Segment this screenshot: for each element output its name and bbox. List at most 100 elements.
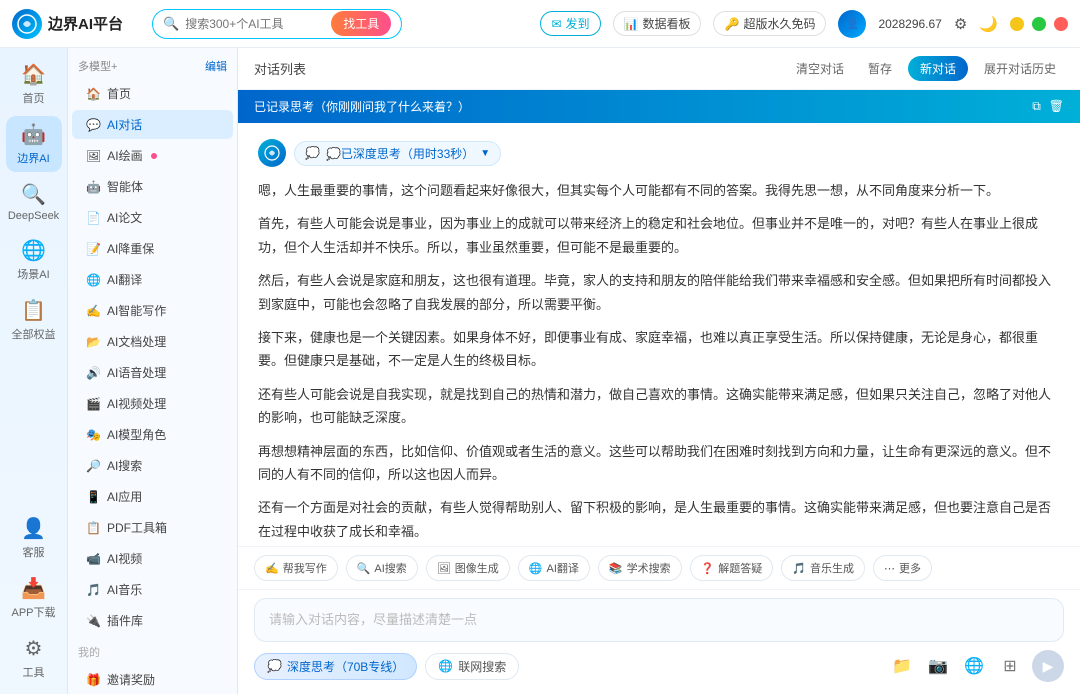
nav-item-service[interactable]: 👤 客服 bbox=[6, 510, 62, 566]
grid-button[interactable]: ⊞ bbox=[996, 652, 1024, 680]
send-icon: ✉ bbox=[551, 17, 561, 31]
academic-chip-icon: 📚 bbox=[609, 562, 623, 575]
paint-menu-icon: 🖼 bbox=[86, 149, 101, 163]
tool-image-gen[interactable]: 🖼 图像生成 bbox=[426, 555, 510, 581]
sidebar-item-invite[interactable]: 🎁 邀请奖励 bbox=[72, 665, 233, 694]
nav-item-download[interactable]: 📥 APP下载 bbox=[6, 570, 62, 626]
sidebar-item-home[interactable]: 🏠 首页 bbox=[72, 79, 233, 108]
minimize-button[interactable] bbox=[1010, 17, 1024, 31]
my-section: 我的 bbox=[68, 640, 237, 664]
sidebar-item-model-role[interactable]: 🎭 AI模型角色 bbox=[72, 420, 233, 449]
chat-toolbar: 对话列表 清空对话 暂存 新对话 展开对话历史 bbox=[238, 48, 1080, 90]
save-chat-button[interactable]: 暂存 bbox=[860, 57, 900, 80]
paper-menu-icon: 📄 bbox=[86, 211, 101, 225]
chat-input-controls: 💭 深度思考（70B专线） 🌐 联网搜索 📁 📷 🌐 ⊞ ▶ bbox=[254, 650, 1064, 682]
sidebar-item-dedup[interactable]: 📝 AI降重保 bbox=[72, 234, 233, 263]
user-info: 2028296.67 bbox=[878, 17, 941, 31]
theme-icon[interactable]: 🌙 bbox=[979, 15, 998, 33]
thinking-header: 💭 💭已深度思考（用时33秒） ▼ bbox=[258, 139, 1060, 167]
tool-more[interactable]: ⋯ 更多 bbox=[873, 555, 932, 581]
write-chip-icon: ✍ bbox=[265, 562, 279, 575]
tool-search[interactable]: 🔍 AI搜索 bbox=[346, 555, 418, 581]
data-panel-button[interactable]: 📊 数据看板 bbox=[613, 11, 702, 36]
music-chip-icon: 🎵 bbox=[792, 562, 806, 575]
input-right-controls: 📁 📷 🌐 ⊞ ▶ bbox=[888, 650, 1064, 682]
chat-input-placeholder[interactable]: 请输入对话内容，尽量描述清楚一点 bbox=[254, 598, 1064, 642]
deepseek-icon: 🔍 bbox=[21, 182, 46, 207]
sidebar-item-video-proc[interactable]: 🎬 AI视频处理 bbox=[72, 389, 233, 418]
chart-icon: 📊 bbox=[624, 17, 639, 31]
sidebar-item-ai-music[interactable]: 🎵 AI音乐 bbox=[72, 575, 233, 604]
delete-banner-icon[interactable]: 🗑 bbox=[1049, 99, 1064, 114]
sidebar-item-ai-search[interactable]: 🔎 AI搜索 bbox=[72, 451, 233, 480]
close-button[interactable] bbox=[1054, 17, 1068, 31]
deep-think-button[interactable]: 💭 深度思考（70B专线） bbox=[254, 653, 417, 680]
image-upload-button[interactable]: 📷 bbox=[924, 652, 952, 680]
write-menu-icon: ✍ bbox=[86, 304, 101, 318]
sidebar-item-translate[interactable]: 🌐 AI翻译 bbox=[72, 265, 233, 294]
tools-icon: ⚙ bbox=[25, 636, 43, 661]
sidebar-item-doc[interactable]: 📂 AI文档处理 bbox=[72, 327, 233, 356]
rights-icon: 📋 bbox=[21, 298, 46, 323]
sidebar-item-voice[interactable]: 🔊 AI语音处理 bbox=[72, 358, 233, 387]
app-name: 边界AI平台 bbox=[48, 13, 123, 34]
ai-message: 嗯，人生最重要的事情，这个问题看起来好像很大，但其实每个人可能都有不同的答案。我… bbox=[258, 179, 1060, 546]
chat-menu-icon: 💬 bbox=[86, 118, 101, 132]
settings-icon[interactable]: ⚙ bbox=[954, 15, 967, 33]
sidebar-item-pdf[interactable]: 📋 PDF工具箱 bbox=[72, 513, 233, 542]
service-icon: 👤 bbox=[21, 516, 46, 541]
new-badge bbox=[151, 153, 157, 159]
sidebar-item-plugins[interactable]: 🔌 插件库 bbox=[72, 606, 233, 635]
tool-write[interactable]: ✍ 帮我写作 bbox=[254, 555, 338, 581]
link-button[interactable]: 🌐 bbox=[960, 652, 988, 680]
solve-chip-icon: ❓ bbox=[701, 562, 715, 575]
send-message-button[interactable]: ▶ bbox=[1032, 650, 1064, 682]
ai-preview-banner: 已记录思考（你刚刚问我了什么来着？） ⧉ 🗑 bbox=[238, 90, 1080, 123]
ai-app-menu-icon: 📱 bbox=[86, 490, 101, 504]
nav-item-ai-chat[interactable]: 🤖 边界AI bbox=[6, 116, 62, 172]
nav-item-home[interactable]: 🏠 首页 bbox=[6, 56, 62, 112]
web-search-button[interactable]: 🌐 联网搜索 bbox=[425, 653, 519, 680]
nav-item-rights[interactable]: 📋 全部权益 bbox=[6, 292, 62, 348]
thinking-badge[interactable]: 💭 💭已深度思考（用时33秒） ▼ bbox=[294, 141, 501, 166]
sidebar-item-ai-paint[interactable]: 🖼 AI绘画 bbox=[72, 141, 233, 170]
find-tool-button[interactable]: 找工具 bbox=[331, 11, 391, 36]
agent-menu-icon: 🤖 bbox=[86, 180, 101, 194]
sidebar-item-agent[interactable]: 🤖 智能体 bbox=[72, 172, 233, 201]
chat-input-area: 请输入对话内容，尽量描述清楚一点 💭 深度思考（70B专线） 🌐 联网搜索 📁 … bbox=[238, 589, 1080, 694]
tool-academic[interactable]: 📚 学术搜索 bbox=[598, 555, 682, 581]
tool-music[interactable]: 🎵 音乐生成 bbox=[781, 555, 865, 581]
tool-solve[interactable]: ❓ 解题答疑 bbox=[690, 555, 774, 581]
sidebar: 多模型+ 编辑 🏠 首页 💬 AI对话 🖼 AI绘画 🤖 智能体 📄 AI论文 … bbox=[68, 48, 238, 694]
web-search-icon: 🌐 bbox=[438, 659, 453, 673]
nav-item-tools[interactable]: ⚙ 工具 bbox=[6, 630, 62, 686]
sidebar-item-ai-chat[interactable]: 💬 AI对话 bbox=[72, 110, 233, 139]
sidebar-section-header[interactable]: 多模型+ 编辑 bbox=[68, 54, 237, 78]
tool-translate[interactable]: 🌐 AI翻译 bbox=[518, 555, 590, 581]
chevron-badge-icon: ▼ bbox=[480, 148, 490, 159]
nav-item-deepseek[interactable]: 🔍 DeepSeek bbox=[6, 176, 62, 228]
history-button[interactable]: 展开对话历史 bbox=[976, 57, 1064, 80]
sidebar-item-write[interactable]: ✍ AI智能写作 bbox=[72, 296, 233, 325]
file-upload-button[interactable]: 📁 bbox=[888, 652, 916, 680]
topbar: 边界AI平台 🔍 找工具 ✉ 发到 📊 数据看板 🔑 超版水久免码 👤 2028… bbox=[0, 0, 1080, 48]
avatar: 👤 bbox=[838, 10, 866, 38]
copy-banner-icon[interactable]: ⧉ bbox=[1032, 99, 1041, 114]
content-area: 对话列表 清空对话 暂存 新对话 展开对话历史 已记录思考（你刚刚问我了什么来着… bbox=[238, 48, 1080, 694]
trial-button[interactable]: 🔑 超版水久免码 bbox=[713, 11, 826, 36]
sidebar-item-ai-video[interactable]: 📹 AI视频 bbox=[72, 544, 233, 573]
ai-music-menu-icon: 🎵 bbox=[86, 583, 101, 597]
image-chip-icon: 🖼 bbox=[437, 562, 451, 575]
search-input[interactable] bbox=[185, 17, 325, 31]
invite-menu-icon: 🎁 bbox=[86, 673, 101, 687]
model-role-menu-icon: 🎭 bbox=[86, 428, 101, 442]
new-chat-button[interactable]: 新对话 bbox=[908, 56, 968, 81]
dedup-menu-icon: 📝 bbox=[86, 242, 101, 256]
maximize-button[interactable] bbox=[1032, 17, 1046, 31]
send-button[interactable]: ✉ 发到 bbox=[540, 11, 600, 36]
nav-item-maas[interactable]: 🌐 场景AI bbox=[6, 232, 62, 288]
search-bar[interactable]: 🔍 找工具 bbox=[152, 9, 402, 39]
sidebar-item-ai-app[interactable]: 📱 AI应用 bbox=[72, 482, 233, 511]
sidebar-item-paper[interactable]: 📄 AI论文 bbox=[72, 203, 233, 232]
clear-chat-button[interactable]: 清空对话 bbox=[788, 57, 852, 80]
